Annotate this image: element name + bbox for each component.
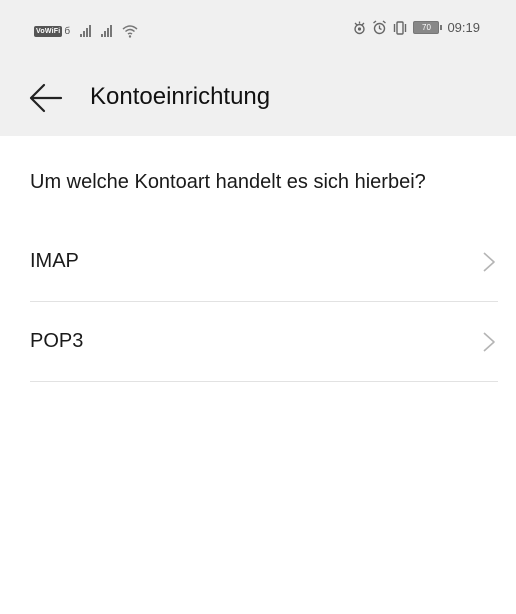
chevron-right-icon xyxy=(483,331,495,352)
option-label: IMAP xyxy=(30,250,79,272)
vibrate-icon xyxy=(394,20,407,35)
signal-icon xyxy=(80,25,92,37)
vowifi-label: VoWiFi xyxy=(34,25,63,37)
vowifi-suffix: б xyxy=(64,25,71,37)
option-pop3[interactable]: POP3 xyxy=(30,302,498,382)
battery-icon: 70 xyxy=(413,21,443,34)
app-bar: Kontoeinrichtung xyxy=(0,60,516,136)
account-setup-screen: VoWiFi б 70 09:19 Kontoeinrichtung Um we… xyxy=(0,0,516,614)
status-bar: VoWiFi б 70 09:19 xyxy=(0,0,516,60)
wifi-icon xyxy=(122,25,138,38)
account-type-list: IMAP POP3 xyxy=(30,222,498,382)
arrow-left-icon xyxy=(29,83,63,113)
status-left: VoWiFi б xyxy=(34,24,138,38)
page-title: Kontoeinrichtung xyxy=(90,83,271,110)
top-area: VoWiFi б 70 09:19 Kontoeinrichtung xyxy=(0,0,516,136)
option-imap[interactable]: IMAP xyxy=(30,222,498,302)
eye-comfort-icon xyxy=(354,21,366,34)
status-right: 70 09:19 xyxy=(352,20,480,35)
alarm-icon xyxy=(373,20,387,35)
main-content: Um welche Kontoart handelt es sich hierb… xyxy=(0,169,516,382)
vowifi-icon: VoWiFi б xyxy=(34,25,71,37)
account-type-question: Um welche Kontoart handelt es sich hierb… xyxy=(30,171,426,193)
signal-icon xyxy=(101,25,113,37)
option-label: POP3 xyxy=(30,330,84,352)
status-time: 09:19 xyxy=(447,20,480,35)
back-button[interactable] xyxy=(28,80,64,116)
battery-level: 70 xyxy=(413,21,440,34)
chevron-right-icon xyxy=(483,251,495,272)
